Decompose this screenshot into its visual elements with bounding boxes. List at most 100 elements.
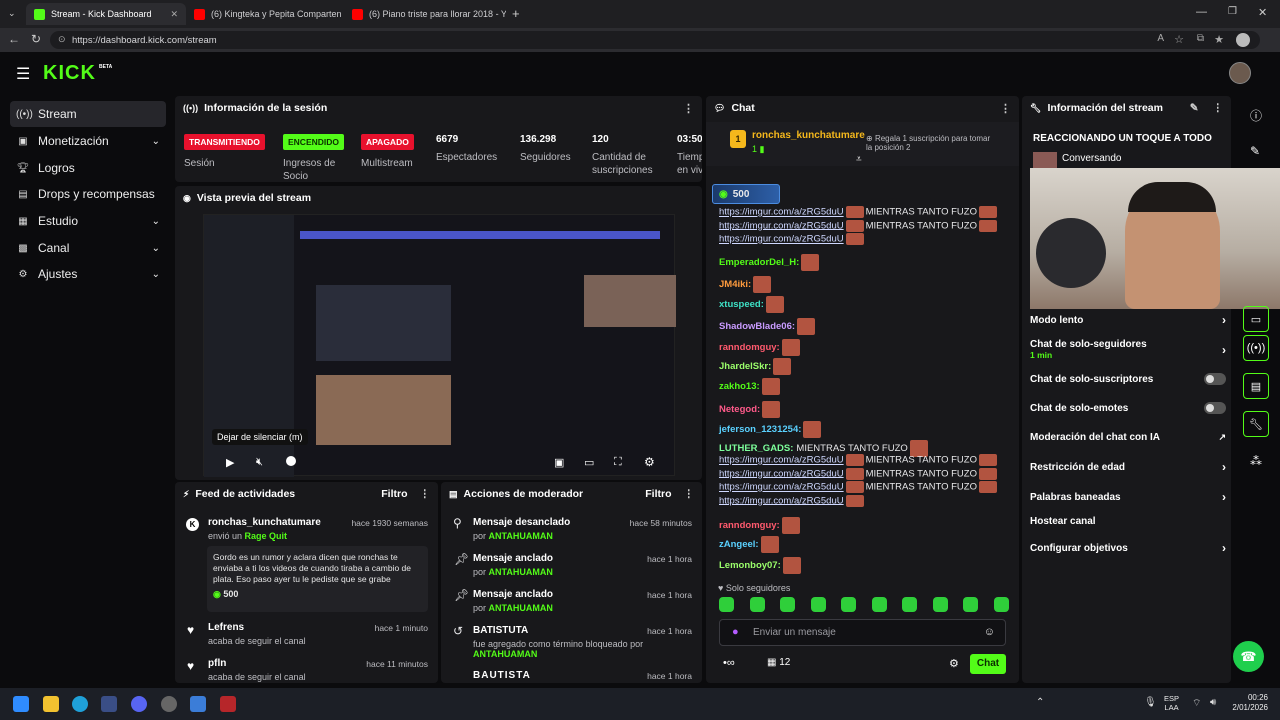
- chat-link[interactable]: https://imgur.com/a/zRG5duU: [719, 495, 844, 506]
- favorites-icon[interactable]: ★: [1214, 33, 1224, 46]
- sidebar-item-estudio[interactable]: ▦ Estudio ⌄: [10, 208, 166, 234]
- microphone-icon[interactable]: 🎙︎: [1144, 697, 1157, 708]
- smiley-icon[interactable]: ☺: [984, 626, 995, 638]
- sidebar-item-logros[interactable]: 🏆︎ Logros: [10, 155, 166, 181]
- chat-username[interactable]: ranndomguy:: [719, 520, 780, 531]
- emote-shortcut-icon[interactable]: [810, 597, 826, 612]
- obs-app-icon[interactable]: [161, 696, 177, 712]
- volume-slider-knob[interactable]: [286, 456, 296, 466]
- user-avatar[interactable]: [1229, 62, 1251, 84]
- profile-avatar[interactable]: [1236, 33, 1250, 47]
- more-options-icon[interactable]: ⋮: [1000, 102, 1011, 115]
- chat-username[interactable]: ShadowBlade06:: [719, 321, 795, 332]
- maximize-icon[interactable]: ❐: [1228, 6, 1237, 17]
- emote-shortcut-icon[interactable]: [993, 597, 1009, 612]
- game-app-icon[interactable]: [220, 696, 236, 712]
- language-indicator[interactable]: ESP LAA: [1164, 694, 1179, 712]
- chat-username[interactable]: EmperadorDel_H:: [719, 257, 799, 268]
- send-chat-button[interactable]: Chat: [970, 654, 1006, 674]
- edit-pencil-icon[interactable]: ✎: [1190, 102, 1199, 114]
- wrench-rail-icon[interactable]: 🔧︎: [1243, 411, 1269, 437]
- emote-shortcut-icon[interactable]: [841, 597, 857, 612]
- setting-configurar-objetivos[interactable]: Configurar objetivos ›: [1030, 541, 1226, 555]
- collapse-chevron-icon[interactable]: ⩡: [856, 154, 862, 165]
- tab-youtube-1[interactable]: (6) Kingteka y Pepita Comparten C✕: [186, 3, 344, 25]
- filter-button[interactable]: Filtro: [381, 488, 407, 500]
- menu-hamburger-icon[interactable]: ☰: [16, 64, 30, 84]
- chat-rail-icon[interactable]: ▭: [1243, 306, 1269, 332]
- chat-username[interactable]: Lemonboy07:: [719, 560, 781, 571]
- mod-rail-icon[interactable]: ▤: [1243, 373, 1269, 399]
- discord-app-icon[interactable]: [131, 696, 147, 712]
- edit-icon[interactable]: ✎: [1250, 144, 1260, 158]
- windows-start-icon[interactable]: [13, 696, 29, 712]
- sidebar-item-canal[interactable]: ▩ Canal ⌄: [10, 235, 166, 261]
- setting-moderacion-ia[interactable]: Moderación del chat con IA ↗: [1030, 432, 1226, 443]
- chat-link[interactable]: https://imgur.com/a/zRG5duU: [719, 234, 844, 245]
- window-close-icon[interactable]: ✕: [1258, 6, 1267, 19]
- emote-shortcut-icon[interactable]: [719, 597, 734, 612]
- url-field[interactable]: ⊙ https://dashboard.kick.com/stream A ☆ …: [50, 31, 1260, 49]
- tray-chevron-icon[interactable]: ⌃: [1036, 697, 1044, 708]
- community-icon[interactable]: ⁂: [1250, 454, 1262, 468]
- chat-username[interactable]: zakho13:: [719, 381, 760, 392]
- chat-username[interactable]: jeferson_1231254:: [719, 424, 801, 435]
- clock[interactable]: 00:26 2/01/2026: [1228, 693, 1268, 713]
- chat-link[interactable]: https://imgur.com/a/zRG5duU: [719, 207, 844, 218]
- chat-username[interactable]: ranndomguy:: [719, 342, 780, 353]
- toggle-switch[interactable]: [1204, 402, 1226, 414]
- video-player[interactable]: Dejar de silenciar (m) ▶ 🔇︎ ▣ ▭ ⛶ ⚙: [203, 214, 676, 477]
- feed-username[interactable]: Lefrens: [208, 622, 244, 633]
- photos-app-icon[interactable]: [190, 696, 206, 712]
- close-icon[interactable]: ✕: [162, 9, 178, 20]
- sidebar-item-stream[interactable]: ((•)) Stream: [10, 101, 166, 127]
- chat-link[interactable]: https://imgur.com/a/zRG5duU: [719, 468, 844, 479]
- chat-link[interactable]: https://imgur.com/a/zRG5duU: [719, 482, 844, 493]
- chat-username[interactable]: JhardelSkr:: [719, 361, 771, 372]
- file-explorer-icon[interactable]: [43, 696, 59, 712]
- sidebar-item-monetizacion[interactable]: ▣ Monetización ⌄: [10, 128, 166, 154]
- info-icon[interactable]: ⓘ: [1250, 107, 1262, 124]
- chat-input[interactable]: ● Enviar un mensaje ☺: [719, 619, 1006, 646]
- top-gifter-name[interactable]: ronchas_kunchatumare: [752, 130, 865, 141]
- kicks-pinned-bar[interactable]: ◉ 500: [712, 184, 780, 204]
- volume-muted-icon[interactable]: 🔇︎: [256, 456, 263, 469]
- chat-username[interactable]: Netegod:: [719, 404, 760, 415]
- setting-solo-seguidores[interactable]: Chat de solo-seguidores 1 min ›: [1030, 338, 1226, 362]
- chat-settings-icon[interactable]: ⚙: [949, 657, 959, 670]
- setting-palabras-baneadas[interactable]: Palabras baneadas ›: [1030, 490, 1226, 504]
- setting-solo-suscriptores[interactable]: Chat de solo-suscriptores: [1030, 373, 1226, 385]
- tab-kick-dashboard[interactable]: Stream - Kick Dashboard ✕: [26, 3, 186, 25]
- broadcast-rail-icon[interactable]: ((•)): [1243, 335, 1269, 361]
- extensions-icon[interactable]: ⧉: [1197, 33, 1204, 44]
- setting-solo-emotes[interactable]: Chat de solo-emotes: [1030, 402, 1226, 414]
- feed-username[interactable]: ronchas_kunchatumare: [208, 517, 321, 528]
- kick-logo[interactable]: KICK: [43, 62, 96, 85]
- emote-shortcut-icon[interactable]: [963, 597, 979, 612]
- more-options-icon[interactable]: ⋮: [1213, 102, 1224, 114]
- tab-list-chevron-icon[interactable]: ⌄: [8, 8, 16, 19]
- emote-shortcut-icon[interactable]: [902, 597, 918, 612]
- setting-modo-lento[interactable]: Modo lento ›: [1030, 313, 1226, 327]
- setting-restriccion-edad[interactable]: Restricción de edad ›: [1030, 460, 1226, 474]
- fullscreen-icon[interactable]: ⛶: [614, 456, 622, 469]
- emote-shortcut-icon[interactable]: [780, 597, 796, 612]
- chat-username[interactable]: xtuspeed:: [719, 299, 764, 310]
- chat-link[interactable]: https://imgur.com/a/zRG5duU: [719, 220, 844, 231]
- emote-shortcut-icon[interactable]: [871, 597, 887, 612]
- tab-youtube-2[interactable]: (6) Piano triste para llorar 2018 - Y✕: [344, 3, 506, 25]
- chat-link[interactable]: https://imgur.com/a/zRG5duU: [719, 455, 844, 466]
- chat-username[interactable]: JM4iki:: [719, 279, 751, 290]
- reload-icon[interactable]: ↻: [31, 32, 41, 46]
- read-aloud-icon[interactable]: A: [1157, 33, 1164, 44]
- steam-app-icon[interactable]: [101, 696, 117, 712]
- more-options-icon[interactable]: ⋮: [683, 102, 694, 115]
- emote-shortcut-icon[interactable]: [749, 597, 765, 612]
- site-info-icon[interactable]: ⊙: [58, 34, 66, 45]
- emote-picker-icon[interactable]: ●: [732, 626, 739, 638]
- settings-gear-icon[interactable]: ⚙: [644, 455, 655, 469]
- more-options-icon[interactable]: ⋮: [684, 488, 695, 500]
- wifi-icon[interactable]: ⌔: [1192, 697, 1201, 710]
- setting-hostear-canal[interactable]: Hostear canal: [1030, 516, 1226, 527]
- toggle-switch[interactable]: [1204, 373, 1226, 385]
